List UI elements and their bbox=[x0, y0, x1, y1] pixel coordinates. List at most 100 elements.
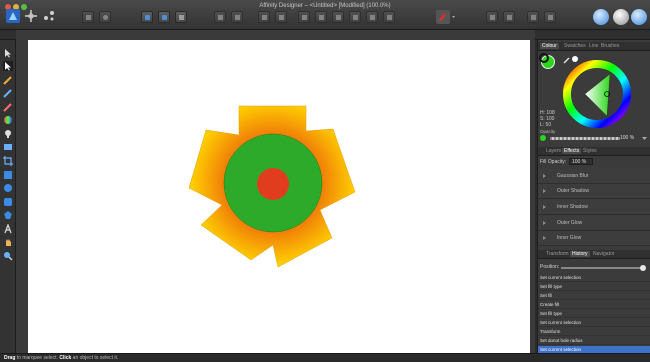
history-position-slider[interactable] bbox=[561, 267, 643, 269]
opacity-swatch bbox=[540, 135, 546, 141]
colour-picker-icon[interactable] bbox=[436, 10, 458, 24]
persona-designer-icon[interactable] bbox=[6, 9, 20, 23]
tab-history[interactable]: History bbox=[570, 251, 590, 257]
zoom-icon[interactable] bbox=[3, 251, 13, 261]
studio-panel: Colour Swatches Line Brushes H: 108 S: 1… bbox=[537, 40, 650, 354]
fill-opacity-label: Fill Opacity: bbox=[540, 159, 567, 165]
flip-horizontal-icon[interactable] bbox=[298, 11, 310, 23]
expand-triangle-icon[interactable] bbox=[543, 174, 546, 178]
fill-opacity-field[interactable]: 100 % bbox=[569, 158, 593, 165]
move-tool-icon[interactable] bbox=[3, 48, 13, 58]
snapping-icon[interactable] bbox=[141, 11, 153, 23]
tab-colour[interactable]: Colour bbox=[540, 43, 559, 49]
effect-label: Inner Glow bbox=[557, 235, 582, 241]
vector-brush-icon[interactable] bbox=[3, 102, 13, 112]
shape-icon[interactable] bbox=[3, 210, 13, 220]
insert-behind-icon[interactable] bbox=[503, 11, 515, 23]
effect-label: Outer Shadow bbox=[557, 188, 589, 194]
effect-row[interactable]: Inner Shadow bbox=[538, 200, 650, 215]
assistant-icon[interactable] bbox=[631, 9, 647, 25]
history-panel-tabs: Transform History Navigator bbox=[538, 250, 650, 259]
geometry-icon[interactable] bbox=[99, 11, 111, 23]
tab-layers[interactable]: Layers bbox=[544, 148, 563, 154]
expand-triangle-icon[interactable] bbox=[543, 205, 546, 209]
effect-label: Outer Glow bbox=[557, 220, 583, 226]
arrange-front-icon[interactable] bbox=[275, 11, 287, 23]
effect-row[interactable]: Outer Shadow bbox=[538, 184, 650, 199]
boolean-icon[interactable] bbox=[82, 11, 94, 23]
arrange-backward-icon[interactable] bbox=[231, 11, 243, 23]
insert-inside-icon[interactable] bbox=[486, 11, 498, 23]
expand-triangle-icon[interactable] bbox=[543, 189, 546, 193]
history-item[interactable]: Transform bbox=[538, 328, 650, 336]
stroke-swatch[interactable] bbox=[539, 53, 549, 63]
pencil-icon[interactable] bbox=[3, 75, 13, 85]
tools-panel bbox=[0, 40, 16, 353]
effect-row[interactable]: Inner Glow bbox=[538, 231, 650, 246]
status-click-key: Click bbox=[59, 355, 72, 361]
status-click-text: an object to select it. bbox=[72, 355, 119, 361]
opacity-value[interactable]: 100 % bbox=[620, 135, 634, 141]
insert-bottom-icon[interactable] bbox=[544, 11, 556, 23]
hand-icon[interactable] bbox=[3, 237, 13, 247]
effect-label: Gaussian Blur bbox=[557, 173, 589, 179]
chevron-down-icon[interactable] bbox=[642, 136, 647, 141]
history-item[interactable]: Set donut hole radius bbox=[538, 337, 650, 345]
place-image-icon[interactable] bbox=[3, 142, 13, 152]
position-label: Position: bbox=[540, 264, 560, 270]
opacity-slider[interactable] bbox=[550, 137, 620, 140]
effects-panel-tabs: Layers Effects Styles bbox=[538, 147, 650, 156]
tab-navigator[interactable]: Navigator bbox=[591, 251, 616, 257]
arrange-forward-icon[interactable] bbox=[258, 11, 270, 23]
crop-icon[interactable] bbox=[3, 156, 13, 166]
tab-transform[interactable]: Transform bbox=[544, 251, 571, 257]
flip-vertical-icon[interactable] bbox=[315, 11, 327, 23]
document-canvas[interactable] bbox=[28, 40, 530, 353]
distribute-icon[interactable] bbox=[175, 11, 187, 23]
title-bar: Affinity Designer – <Untitled> [Modified… bbox=[0, 0, 650, 30]
history-item[interactable]: Set current selection bbox=[538, 274, 650, 282]
tab-effects[interactable]: Effects bbox=[562, 148, 582, 154]
insert-top-icon[interactable] bbox=[527, 11, 539, 23]
rotate-right-icon[interactable] bbox=[349, 11, 361, 23]
effect-label: Inner Shadow bbox=[557, 204, 588, 210]
node-tool-icon[interactable] bbox=[3, 61, 13, 71]
history-item[interactable]: Set fill type bbox=[538, 310, 650, 318]
history-item[interactable]: Set fill bbox=[538, 292, 650, 300]
preferences-icon[interactable] bbox=[613, 9, 629, 25]
tab-styles[interactable]: Styles bbox=[581, 148, 599, 154]
window-title: Affinity Designer – <Untitled> [Modified… bbox=[259, 3, 391, 9]
inner-circle[interactable] bbox=[257, 168, 289, 200]
colour-wheel[interactable] bbox=[563, 60, 631, 128]
rectangle-icon[interactable] bbox=[3, 170, 13, 180]
ellipse-icon[interactable] bbox=[3, 183, 13, 193]
hsl-readout: H: 108 S: 100 L: 50 bbox=[540, 110, 555, 128]
group-icon[interactable] bbox=[366, 11, 378, 23]
history-item[interactable]: Create fill bbox=[538, 301, 650, 309]
fill-tool-icon[interactable] bbox=[3, 115, 13, 125]
history-item[interactable]: Set fill type bbox=[538, 283, 650, 291]
studio-icon[interactable] bbox=[593, 9, 609, 25]
ungroup-icon[interactable] bbox=[383, 11, 395, 23]
effect-row[interactable]: Outer Glow bbox=[538, 216, 650, 231]
transparency-icon[interactable] bbox=[3, 129, 13, 139]
persona-export-icon[interactable] bbox=[42, 9, 56, 23]
expand-triangle-icon[interactable] bbox=[543, 221, 546, 225]
status-drag-text: to marquee select. bbox=[16, 355, 58, 361]
pen-icon[interactable] bbox=[3, 88, 13, 98]
arrange-back-icon[interactable] bbox=[214, 11, 226, 23]
rounded-rect-icon[interactable] bbox=[3, 197, 13, 207]
colour-panel-tabs: Colour Swatches Line Brushes bbox=[538, 42, 650, 51]
align-icon[interactable] bbox=[158, 11, 170, 23]
rotate-left-icon[interactable] bbox=[332, 11, 344, 23]
artwork[interactable] bbox=[28, 40, 530, 353]
text-icon[interactable] bbox=[3, 224, 13, 234]
status-bar: Drag to marquee select. Click an object … bbox=[0, 353, 650, 362]
history-item[interactable]: Set current selection bbox=[538, 319, 650, 327]
tab-swatches[interactable]: Swatches bbox=[562, 43, 588, 49]
tab-brushes[interactable]: Brushes bbox=[599, 43, 621, 49]
expand-triangle-icon[interactable] bbox=[543, 236, 546, 240]
effect-row[interactable]: Gaussian Blur bbox=[538, 169, 650, 184]
history-position-knob[interactable] bbox=[640, 265, 646, 271]
persona-pixel-icon[interactable] bbox=[24, 9, 38, 23]
